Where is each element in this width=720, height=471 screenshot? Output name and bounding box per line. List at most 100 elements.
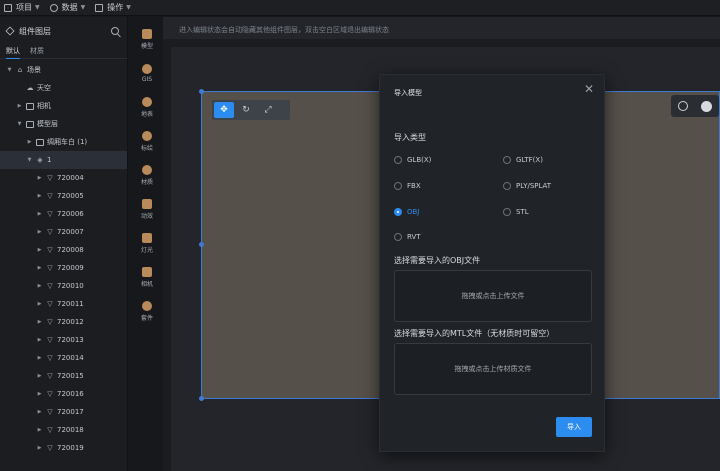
tree-node-mesh[interactable]: ▶ ▽ 720016 [0,385,127,403]
expand-icon[interactable]: ▶ [36,445,43,451]
effect-icon [142,198,152,209]
tool-kit[interactable]: 套件 [134,294,160,328]
tool-label: 灯光 [140,246,153,254]
tree-node-mesh[interactable]: ▶ ▽ 720017 [0,403,127,421]
tree-node-group[interactable]: ▶ 绸厢车白 (1) [0,133,127,151]
tree-node-sky[interactable]: ☁ 天空 [0,79,127,97]
tree-node-camera[interactable]: ▶ 相机 [0,97,127,115]
expand-icon[interactable]: ▶ [26,139,33,145]
tree-node-label: 相机 [37,102,51,110]
marker-icon [142,130,152,141]
expand-icon[interactable]: ▶ [36,283,43,289]
tool-camera[interactable]: 相机 [134,260,160,294]
tool-effect[interactable]: 动效 [134,192,160,226]
tree-node-mesh[interactable]: ▶ ▽ 720007 [0,223,127,241]
tree-node-label: 模型层 [37,120,58,128]
tab-material[interactable]: 材质 [30,45,44,59]
expand-icon[interactable]: ▶ [36,409,43,415]
expand-icon[interactable]: ▶ [36,355,43,361]
mesh-icon: ▽ [47,210,53,218]
tree-node-selected-model[interactable]: ▼ ◈ 1 [0,151,127,169]
tab-default[interactable]: 默认 [6,45,20,59]
ruler-vertical [163,47,171,471]
radio-label: FBX [407,182,421,190]
menu-data[interactable]: 数据 ▼ [49,2,85,13]
tree-node-label: 720016 [57,390,84,398]
tool-terrain[interactable]: 地表 [134,90,160,124]
tree-node-mesh[interactable]: ▶ ▽ 720009 [0,259,127,277]
obj-upload-dropzone[interactable]: 拖拽或点击上传文件 [394,270,592,322]
tree-node-mesh[interactable]: ▶ ▽ 720019 [0,439,127,457]
kit-icon [142,300,152,311]
chevron-down-icon: ▼ [35,4,40,11]
expand-icon[interactable]: ▼ [6,67,13,73]
mesh-icon: ▽ [47,246,53,254]
mesh-icon: ▽ [47,282,53,290]
menu-operation[interactable]: 操作 ▼ [95,2,131,13]
globe-view-icon[interactable] [677,101,688,111]
expand-icon[interactable]: ▶ [36,193,43,199]
radio-label: OBJ [407,208,420,216]
menu-project[interactable]: 项目 ▼ [4,2,40,13]
expand-icon[interactable]: ▶ [36,247,43,253]
tree-node-mesh[interactable]: ▶ ▽ 720005 [0,187,127,205]
tree-node-scene[interactable]: ▼ ⌂ 场景 [0,61,127,79]
search-icon[interactable] [111,27,119,35]
import-model-dialog: 导入模型 ✕ 导入类型 GLB(X) GLTF(X) FBX PLY/SPLAT… [379,74,605,452]
tool-model[interactable]: 模型 [134,22,160,56]
expand-icon[interactable]: ▶ [36,265,43,271]
radio-glb[interactable]: GLB(X) [394,156,431,164]
expand-icon[interactable]: ▶ [36,319,43,325]
radio-fbx[interactable]: FBX [394,182,421,190]
edit-mode-notice: 进入编辑状态会自动隐藏其他组件图层，双击空白区域退出编辑状态 [179,26,389,34]
radio-obj[interactable]: OBJ [394,208,419,216]
expand-icon[interactable]: ▶ [36,391,43,397]
radio-ply-splat[interactable]: PLY/SPLAT [503,182,551,190]
tree-node-mesh[interactable]: ▶ ▽ 720013 [0,331,127,349]
tree-node-mesh[interactable]: ▶ ▽ 720011 [0,295,127,313]
rotate-icon[interactable]: ↻ [236,102,256,118]
resize-handle[interactable] [199,89,204,94]
expand-icon[interactable]: ▶ [36,211,43,217]
expand-icon[interactable]: ▶ [36,229,43,235]
tree-node-mesh[interactable]: ▶ ▽ 720010 [0,277,127,295]
expand-icon[interactable]: ▶ [36,175,43,181]
radio-rvt[interactable]: RVT [394,233,421,241]
tree-node-label: 天空 [37,84,51,92]
tree-node-model-layer[interactable]: ▼ 模型层 [0,115,127,133]
radio-label: GLTF(X) [516,156,543,164]
tree-node-mesh[interactable]: ▶ ▽ 720004 [0,169,127,187]
tree-node-mesh[interactable]: ▶ ▽ 720006 [0,205,127,223]
import-button[interactable]: 导入 [556,417,592,437]
tool-light[interactable]: 灯光 [134,226,160,260]
tree-node-mesh[interactable]: ▶ ▽ 720012 [0,313,127,331]
move-icon[interactable]: ✥ [214,102,234,118]
mesh-icon: ▽ [47,390,53,398]
tree-node-mesh[interactable]: ▶ ▽ 720008 [0,241,127,259]
expand-icon[interactable]: ▶ [16,103,23,109]
tree-node-mesh[interactable]: ▶ ▽ 720015 [0,367,127,385]
menu-data-label: 数据 [61,3,78,12]
radio-stl[interactable]: STL [503,208,529,216]
scale-icon[interactable]: ⤢ [258,102,278,118]
tree-node-mesh[interactable]: ▶ ▽ 720014 [0,349,127,367]
menu-project-label: 项目 [16,3,32,12]
tool-material[interactable]: 材质 [134,158,160,192]
expand-icon[interactable]: ▼ [26,157,33,163]
tree-node-mesh[interactable]: ▶ ▽ 720018 [0,421,127,439]
tool-gis[interactable]: GIS [134,56,160,90]
resize-handle[interactable] [199,396,204,401]
expand-icon[interactable]: ▶ [36,301,43,307]
mesh-icon: ▽ [47,444,53,452]
radio-gltf[interactable]: GLTF(X) [503,156,543,164]
expand-icon[interactable]: ▶ [36,373,43,379]
tool-marker[interactable]: 标绘 [134,124,160,158]
expand-icon[interactable]: ▼ [16,121,23,127]
mtl-upload-dropzone[interactable]: 拖拽或点击上传材质文件 [394,343,592,395]
expand-icon[interactable]: ▶ [36,427,43,433]
close-icon[interactable]: ✕ [584,83,594,95]
resize-handle[interactable] [199,242,204,247]
expand-icon[interactable]: ▶ [36,337,43,343]
sphere-view-icon[interactable] [701,100,713,112]
radio-circle-icon [394,233,402,241]
